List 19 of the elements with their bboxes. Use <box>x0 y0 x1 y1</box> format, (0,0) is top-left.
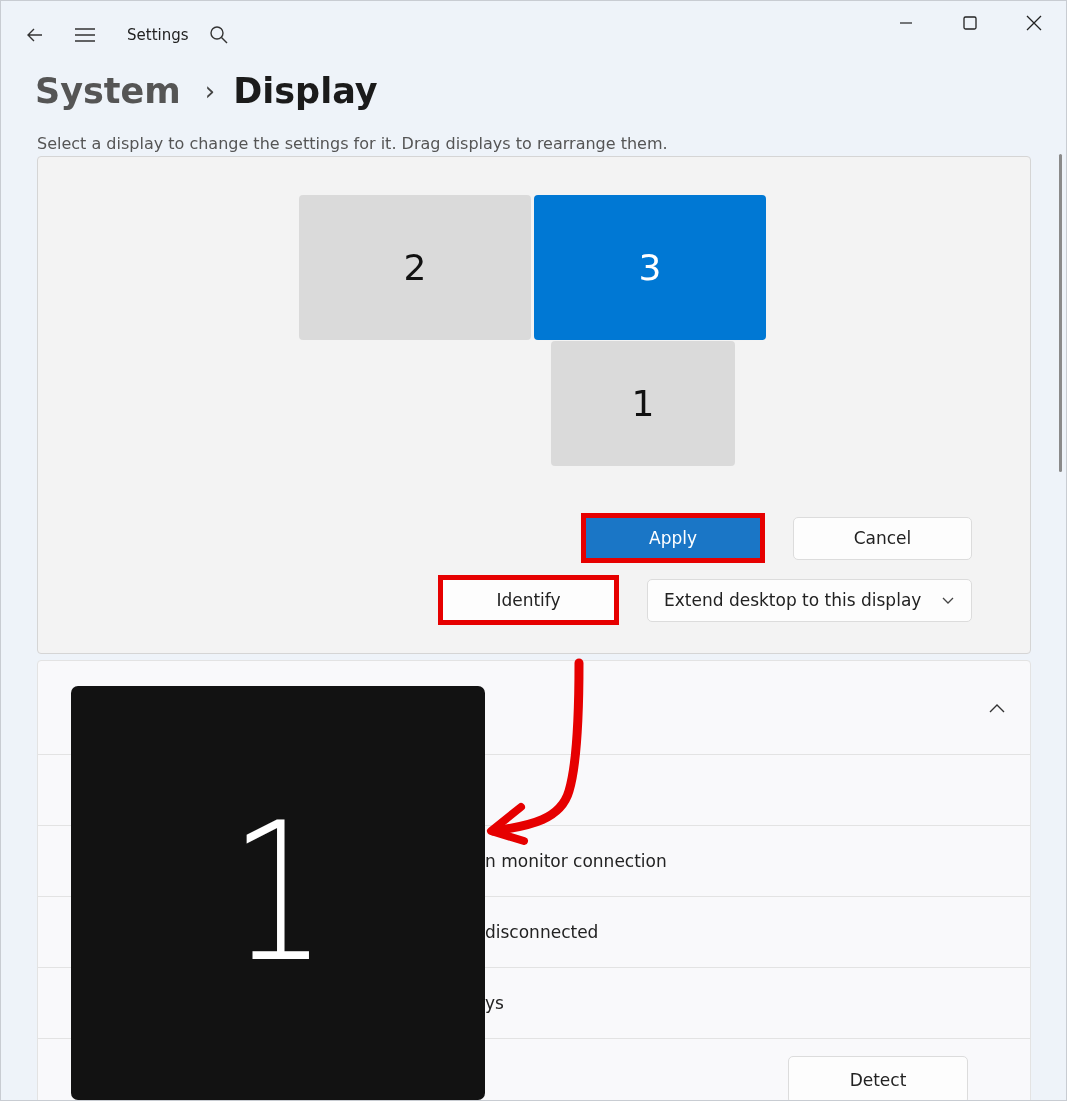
monitor-tile[interactable]: 2 <box>299 195 531 340</box>
setting-label: n monitor connection <box>485 851 667 871</box>
display-number: 1 <box>229 782 327 1004</box>
breadcrumb-parent[interactable]: System <box>35 71 181 111</box>
setting-label: disconnected <box>485 922 599 942</box>
scrollbar[interactable] <box>1059 154 1062 472</box>
detect-button[interactable]: Detect <box>788 1056 968 1100</box>
mode-dropdown[interactable]: Extend desktop to this display <box>647 578 972 622</box>
app-title: Settings <box>127 26 189 44</box>
apply-button[interactable]: Apply <box>581 513 765 563</box>
setting-label: ys <box>485 993 504 1013</box>
identify-button[interactable]: Identify <box>438 575 619 625</box>
page-title: Display <box>233 71 378 111</box>
chevron-down-icon <box>941 595 955 605</box>
monitor-tile[interactable]: 1 <box>551 341 735 466</box>
description-text: Select a display to change the settings for it. Drag displays to rearrange them. <box>36 133 669 155</box>
monitor-tile[interactable]: 3 <box>534 195 766 340</box>
breadcrumb-separator: › <box>204 76 216 106</box>
cancel-button[interactable]: Cancel <box>793 516 972 560</box>
